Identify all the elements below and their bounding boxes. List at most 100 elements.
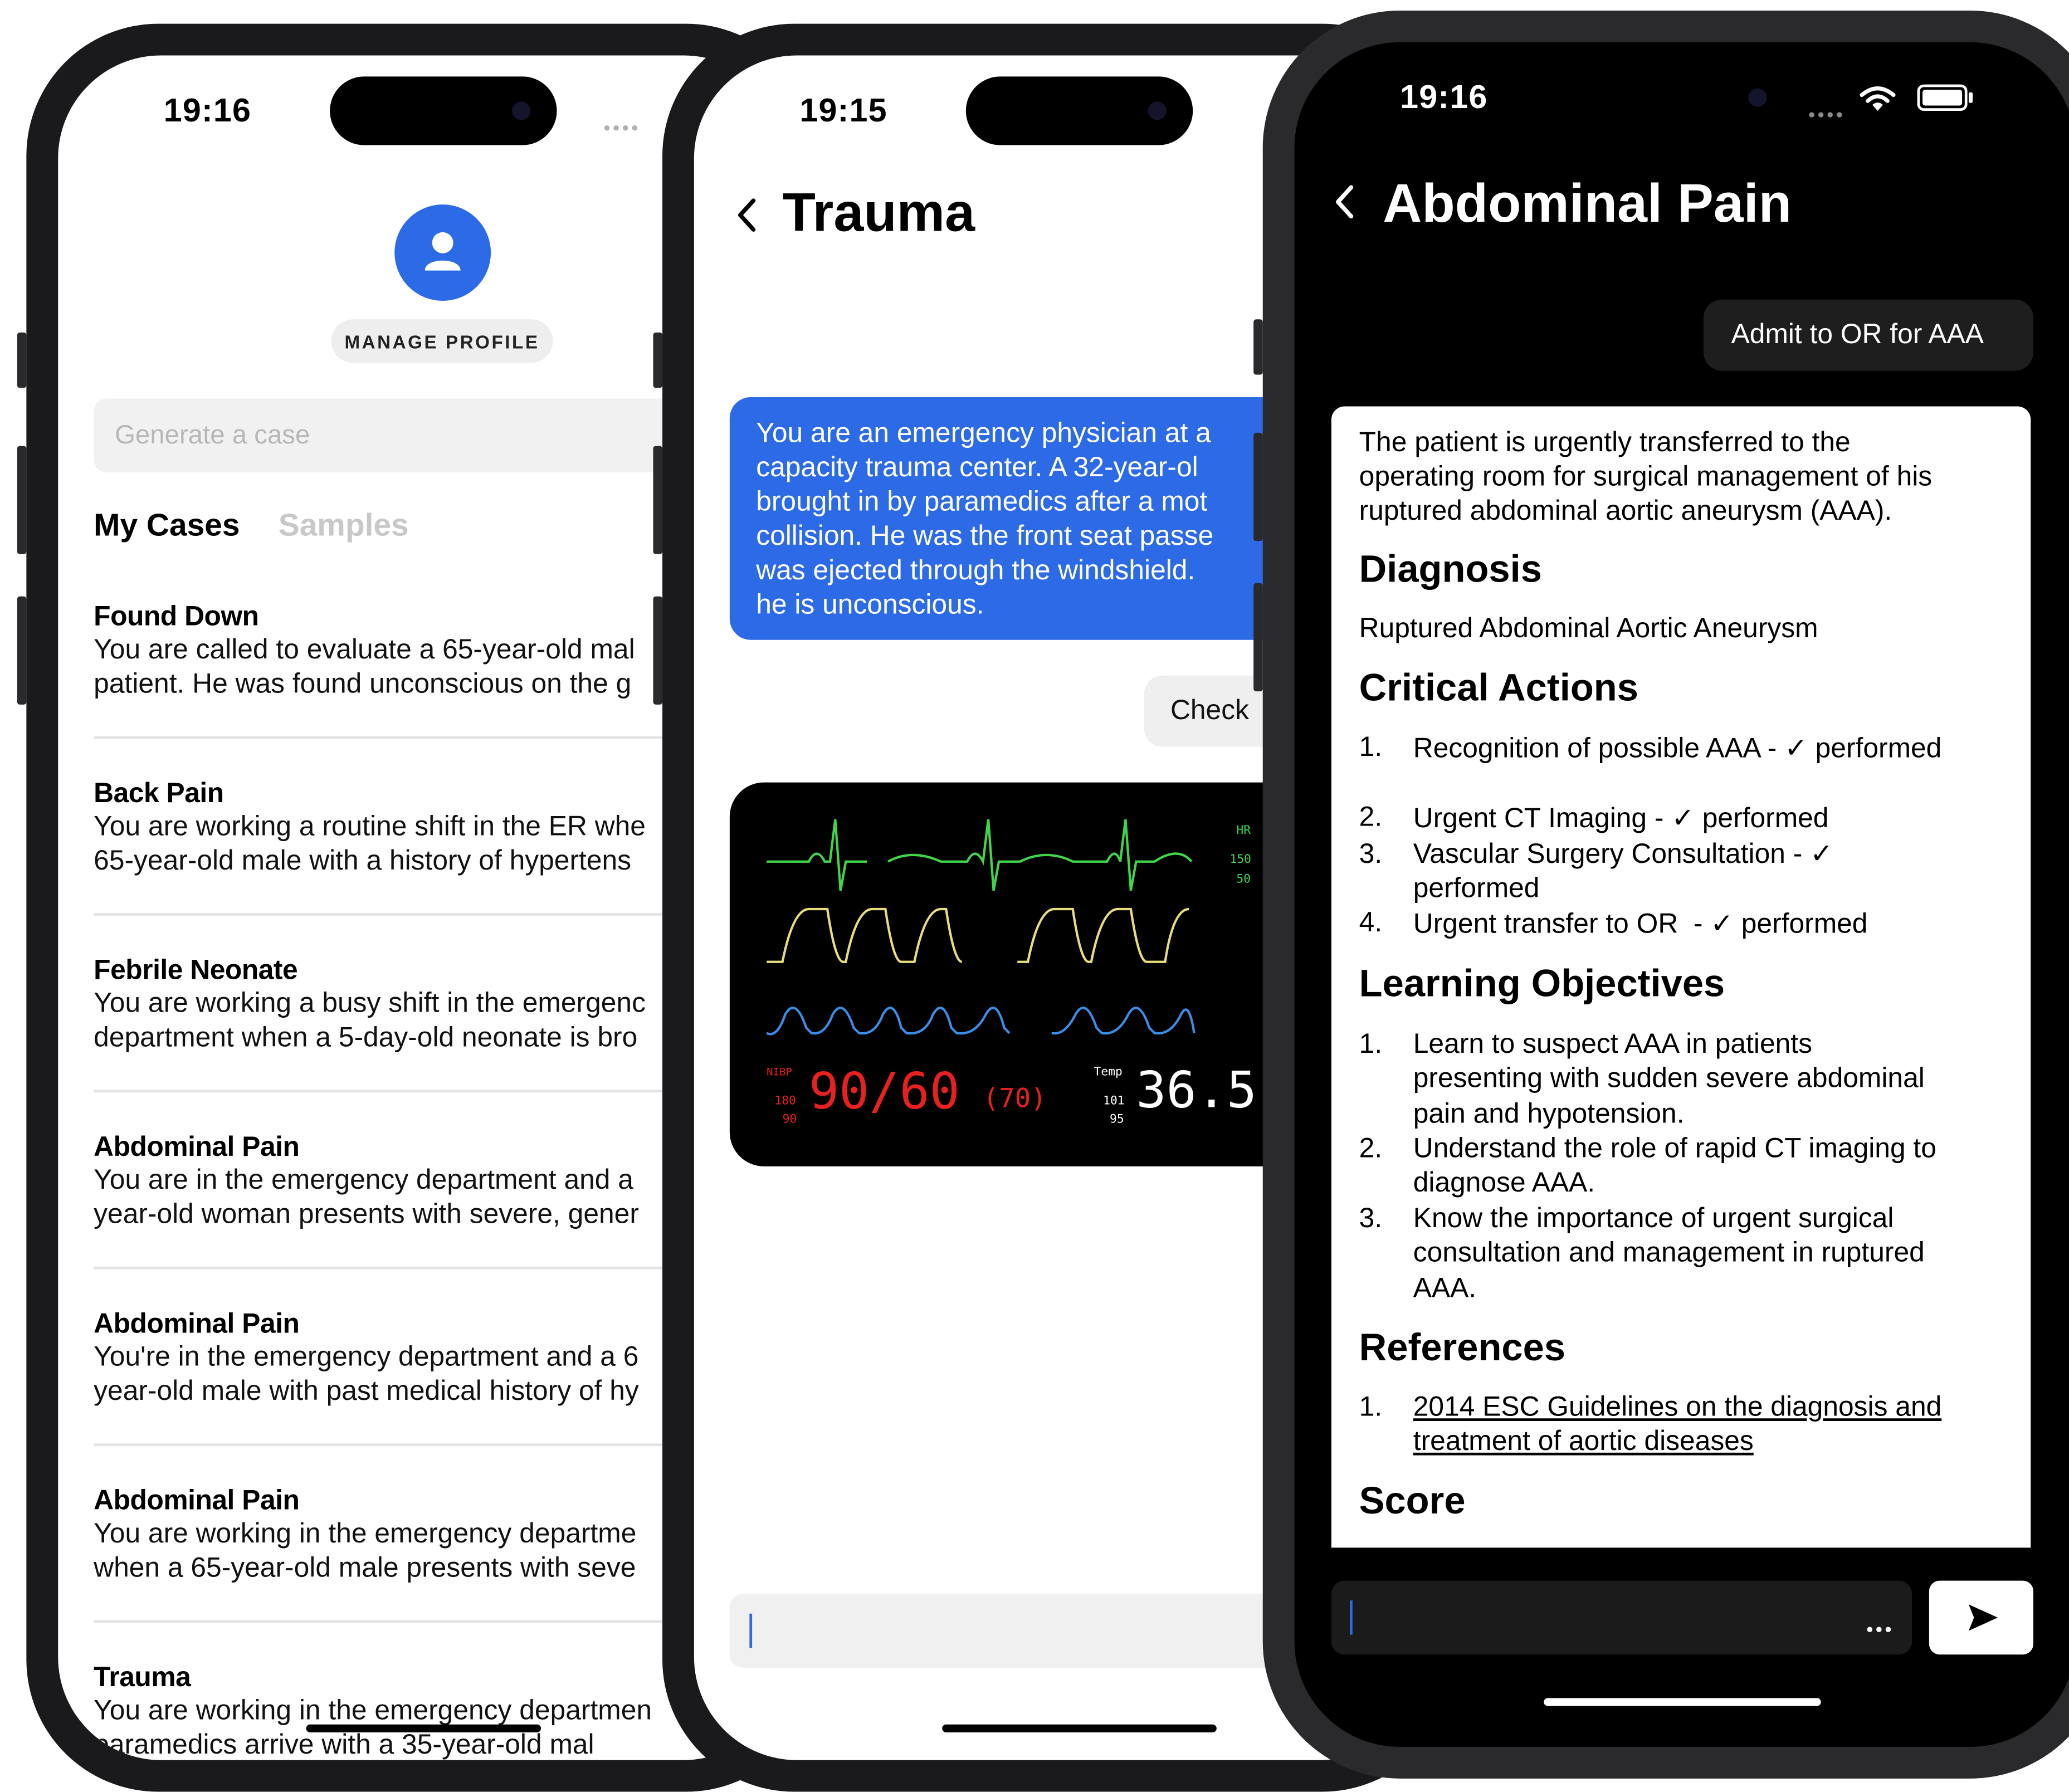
case-desc-line: paramedics arrive with a 35-year-old mal (94, 1730, 594, 1760)
list-item[interactable]: Abdominal Pain You're in the emergency d… (94, 1309, 753, 1409)
case-desc-line: You are working a routine shift in the E… (94, 811, 646, 842)
send-button[interactable] (1929, 1580, 2034, 1655)
text-cursor (749, 1613, 753, 1648)
admit-button[interactable]: Admit to OR for AAA (1703, 299, 2034, 371)
case-desc-line: 65-year-old male with a history of hyper… (94, 846, 632, 876)
divider (94, 736, 754, 739)
case-desc-line: You are working in the emergency departm… (94, 1695, 652, 1726)
temp-value: 36.5 (1136, 1061, 1257, 1119)
item-number: 1. (1359, 732, 1383, 763)
bp-value: 90/60 (809, 1062, 960, 1121)
list-item[interactable]: Abdominal Pain You are working in the em… (94, 1486, 753, 1586)
dynamic-island (330, 76, 557, 145)
volume-button (653, 332, 663, 388)
case-title: Abdominal Pain (94, 1132, 300, 1163)
volume-button (17, 596, 27, 705)
tab-my-cases[interactable]: My Cases (94, 508, 240, 545)
list-item[interactable]: Back Pain You are working a routine shif… (94, 778, 753, 878)
references-heading: References (1359, 1327, 1566, 1370)
tab-samples[interactable]: Samples (279, 508, 409, 545)
status-time: 19:15 (799, 92, 887, 130)
user-icon (424, 232, 461, 271)
case-desc-line: when a 65-year-old male presents with se… (94, 1552, 636, 1584)
manage-profile-button[interactable]: MANAGE PROFILE (331, 319, 553, 363)
home-indicator (1544, 1698, 1821, 1706)
camera-icon (1148, 101, 1167, 120)
divider (94, 1266, 754, 1269)
case-title: Trauma (94, 1662, 191, 1693)
item-number: 2. (1359, 1133, 1383, 1164)
item-text: Learn to suspect AAA in patients (1413, 1029, 1812, 1059)
page-title: Trauma (782, 182, 975, 243)
map-value: (70) (983, 1083, 1047, 1114)
diagnosis-value: Ruptured Abdominal Aortic Aneurysm (1359, 613, 1818, 644)
divider (94, 1090, 754, 1093)
case-title: Back Pain (94, 778, 224, 809)
camera-icon (1748, 88, 1767, 107)
case-desc-line: You are in the emergency department and … (94, 1165, 633, 1195)
pleth-waveform (767, 907, 1189, 963)
volume-button (1253, 432, 1263, 541)
avatar[interactable] (394, 204, 491, 301)
case-title: Abdominal Pain (94, 1308, 300, 1340)
item-text: Urgent transfer to OR - ✓ performed (1413, 909, 1868, 940)
intro-line: ruptured abdominal aortic aneurysm (AAA)… (1359, 496, 1892, 527)
item-text: performed (1413, 873, 1540, 904)
volume-button (1253, 583, 1263, 692)
wifi-icon (1860, 86, 1896, 111)
case-title: Abdominal Pain (94, 1486, 300, 1516)
nibp-label: NIBP (767, 1066, 792, 1078)
item-text: diagnose AAA. (1413, 1168, 1595, 1199)
item-number: 3. (1359, 1203, 1383, 1234)
item-text: Know the importance of urgent surgical (1413, 1203, 1894, 1234)
list-item[interactable]: Febrile Neonate You are working a busy s… (94, 955, 753, 1056)
camera-icon (512, 101, 531, 120)
status-time: 19:16 (1400, 79, 1488, 116)
item-text: Understand the role of rapid CT imaging … (1413, 1133, 1936, 1164)
chevron-left-icon[interactable] (1331, 182, 1358, 222)
intro-line: operating room for surgical management o… (1359, 462, 1933, 492)
battery-icon (1917, 84, 1973, 111)
check-button-label: Check (1170, 695, 1249, 726)
manage-profile-label: MANAGE PROFILE (344, 330, 540, 352)
send-icon (1968, 1604, 1998, 1631)
list-item[interactable]: Trauma You are working in the emergency … (94, 1662, 753, 1760)
item-number: 1. (1359, 1029, 1383, 1059)
chat-input[interactable] (1331, 1580, 1912, 1655)
ellipsis-icon[interactable] (1867, 1615, 1895, 1639)
item-text: pain and hypotension. (1413, 1098, 1685, 1129)
hr-high: 150 (1230, 852, 1251, 866)
summary-intro: The patient is urgently transferred to t… (1359, 426, 1933, 529)
item-text: presenting with sudden severe abdominal (1413, 1063, 1925, 1095)
message-line: brought in by paramedics after a mot (756, 487, 1208, 517)
admit-button-label: Admit to OR for AAA (1731, 319, 1984, 350)
case-desc-line: department when a 5-day-old neonate is b… (94, 1022, 638, 1053)
temp-low: 95 (1110, 1112, 1124, 1126)
hr-label: HR (1236, 823, 1251, 837)
case-desc-line: You're in the emergency department and a… (94, 1341, 639, 1373)
volume-button (653, 596, 663, 705)
text-cursor (1350, 1600, 1353, 1635)
case-desc-line: You are working a busy shift in the emer… (94, 988, 646, 1019)
diagnosis-heading: Diagnosis (1359, 549, 1542, 592)
item-number: 2. (1359, 802, 1383, 833)
chevron-left-icon[interactable] (734, 196, 760, 235)
item-number: 4. (1359, 907, 1383, 939)
temp-high: 101 (1103, 1094, 1124, 1108)
case-title: Febrile Neonate (94, 955, 298, 986)
reference-link[interactable]: treatment of aortic diseases (1413, 1425, 1942, 1460)
message-line: capacity trauma center. A 32-year-ol (756, 452, 1198, 483)
home-indicator (942, 1724, 1217, 1732)
message-line: was ejected through the windshield. (756, 555, 1195, 586)
list-item[interactable]: Abdominal Pain You are in the emergency … (94, 1132, 753, 1232)
nibp-high: 180 (774, 1094, 796, 1108)
case-desc-line: year-old male with past medical history … (94, 1376, 639, 1407)
ecg-waveform (767, 819, 1193, 891)
reference-link[interactable]: 2014 ESC Guidelines on the diagnosis and (1413, 1391, 1942, 1425)
device-showcase: 19:16 MANAGE PROFILE Generate a case My … (0, 0, 2069, 1792)
message-line: collision. He was the front seat passe (756, 521, 1214, 552)
search-input[interactable]: Generate a case (94, 398, 714, 472)
volume-button (653, 446, 663, 554)
item-text: Recognition of possible AAA - ✓ performe… (1413, 733, 1942, 764)
phone-screen-3: 19:16 Abdominal Pain Admit to OR for AAA… (1294, 42, 2069, 1747)
